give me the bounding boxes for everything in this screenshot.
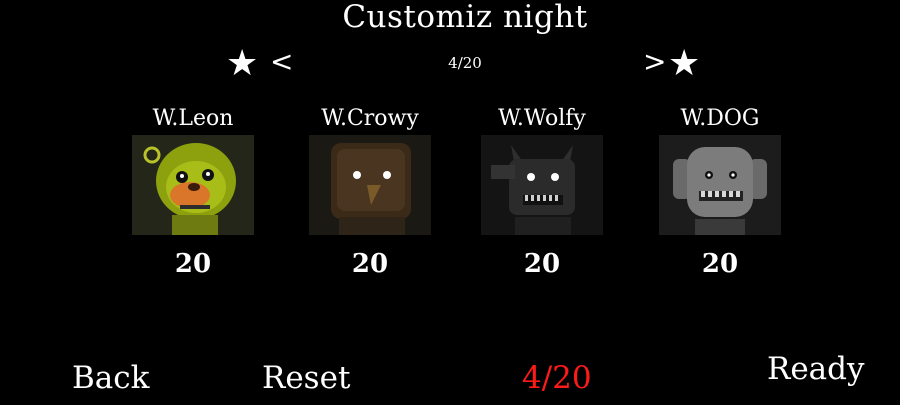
page-indicator: 4/20	[448, 54, 482, 72]
ready-button[interactable]: Ready	[767, 352, 865, 386]
character-name: W.Leon	[152, 106, 234, 131]
character-card-wolfy: W.Wolfy 20	[452, 105, 632, 279]
star-icon-right: ★	[668, 43, 701, 84]
night-counter: 4/20	[522, 360, 592, 396]
character-name: W.Crowy	[321, 106, 419, 131]
back-button[interactable]: Back	[72, 361, 149, 395]
brown-bird-animatronic-portrait[interactable]	[309, 135, 431, 235]
character-level[interactable]: 20	[452, 249, 632, 279]
yellow-animatronic-portrait[interactable]	[132, 135, 254, 235]
character-card-crowy: W.Crowy 20	[280, 105, 460, 279]
star-icon-left: ★	[226, 43, 259, 84]
gray-dog-animatronic-portrait[interactable]	[659, 135, 781, 235]
character-level[interactable]: 20	[280, 249, 460, 279]
character-level[interactable]: 20	[103, 249, 283, 279]
character-name: W.DOG	[680, 106, 760, 131]
page-title: Customiz night	[342, 0, 588, 35]
reset-button[interactable]: Reset	[262, 361, 350, 395]
character-level[interactable]: 20	[630, 249, 810, 279]
previous-arrow-button[interactable]: <	[270, 47, 293, 77]
dark-wolf-animatronic-portrait[interactable]	[481, 135, 603, 235]
character-card-leon: W.Leon 20	[103, 105, 283, 279]
character-name: W.Wolfy	[498, 106, 586, 131]
character-card-dog: W.DOG 20	[630, 105, 810, 279]
next-arrow-button[interactable]: >	[643, 47, 666, 77]
